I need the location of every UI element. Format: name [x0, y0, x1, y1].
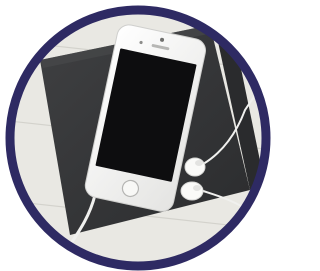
circular-photo	[5, 5, 271, 271]
earbud-left	[184, 157, 206, 177]
photo-stage	[0, 0, 274, 271]
earbud-right	[180, 181, 204, 201]
